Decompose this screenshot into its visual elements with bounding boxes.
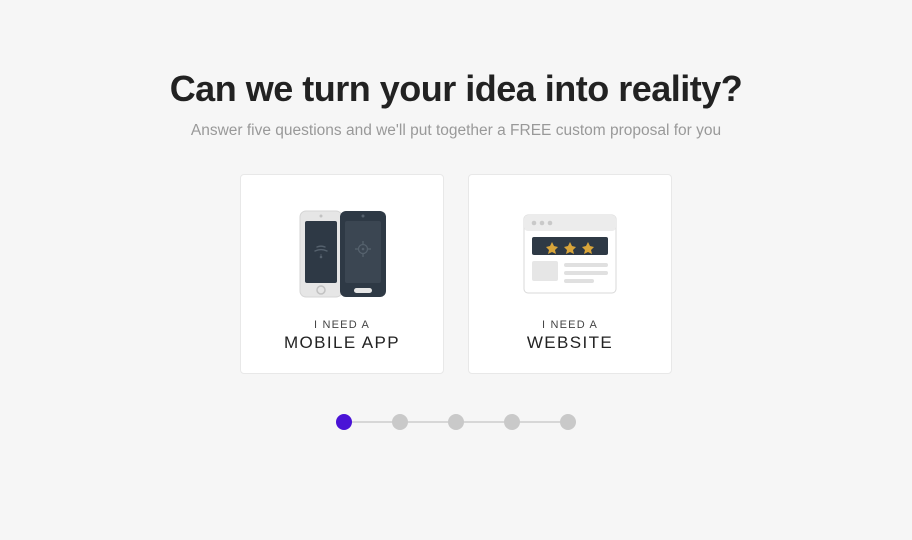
- option-card-big-label: MOBILE APP: [284, 333, 400, 353]
- option-card-small-label: I NEED A: [542, 319, 598, 331]
- progress-step-1: [336, 414, 352, 430]
- page-title: Can we turn your idea into reality?: [170, 68, 743, 110]
- option-card-big-label: WEBSITE: [527, 333, 613, 353]
- progress-step-5: [560, 414, 576, 430]
- progress-line: [352, 421, 392, 423]
- progress-step-3: [448, 414, 464, 430]
- option-card-mobile-app[interactable]: I NEED A MOBILE APP: [240, 174, 444, 374]
- option-card-website[interactable]: I NEED A WEBSITE: [468, 174, 672, 374]
- progress-step-2: [392, 414, 408, 430]
- progress-line: [464, 421, 504, 423]
- progress-step-4: [504, 414, 520, 430]
- website-icon: [469, 175, 671, 319]
- progress-line: [408, 421, 448, 423]
- progress-line: [520, 421, 560, 423]
- page-subtitle: Answer five questions and we'll put toge…: [191, 122, 721, 140]
- option-card-small-label: I NEED A: [314, 319, 370, 331]
- progress-indicator: [336, 414, 576, 430]
- mobile-app-icon: [241, 175, 443, 319]
- option-cards: I NEED A MOBILE APP I NEED A WEBSITE: [240, 174, 672, 374]
